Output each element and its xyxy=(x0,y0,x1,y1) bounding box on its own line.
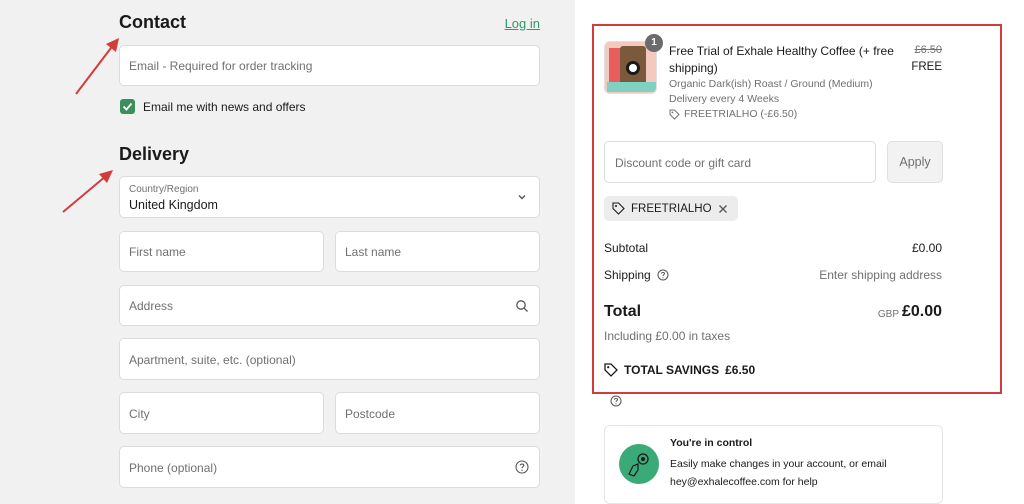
newsletter-checkbox[interactable] xyxy=(120,99,135,114)
first-name-placeholder: First name xyxy=(129,245,186,259)
control-title: You're in control xyxy=(670,437,753,449)
tag-icon xyxy=(669,109,680,120)
control-line1: Easily make changes in your account, or … xyxy=(670,458,887,470)
email-field[interactable]: Email - Required for order tracking xyxy=(119,45,540,86)
login-link[interactable]: Log in xyxy=(505,16,540,31)
newsletter-label: Email me with news and offers xyxy=(143,100,306,114)
discount-placeholder: Discount code or gift card xyxy=(615,156,752,170)
savings-value: £6.50 xyxy=(725,363,756,377)
product-discount-tag: FREETRIALHO (-£6.50) xyxy=(669,108,797,120)
remove-discount-icon[interactable] xyxy=(718,204,728,214)
discount-code-input[interactable]: Discount code or gift card xyxy=(604,141,876,183)
subtotal-value: £0.00 xyxy=(911,241,942,255)
annotation-arrow-contact xyxy=(75,38,119,95)
city-placeholder: City xyxy=(129,407,150,421)
address-field[interactable]: Address xyxy=(119,285,540,326)
apply-button[interactable]: Apply xyxy=(887,141,943,183)
first-name-field[interactable]: First name xyxy=(119,231,324,272)
delivery-heading: Delivery xyxy=(119,144,190,164)
apartment-field[interactable]: Apartment, suite, etc. (optional) xyxy=(119,338,540,380)
address-placeholder: Address xyxy=(129,299,174,313)
product-variant: Organic Dark(ish) Roast / Ground (Medium… xyxy=(669,78,873,90)
shipping-row: Shipping xyxy=(604,268,669,282)
original-price: £6.50 xyxy=(914,44,942,56)
shipping-label: Shipping xyxy=(604,268,651,282)
savings-label: TOTAL SAVINGS xyxy=(624,363,720,377)
applied-discount-chip: FREETRIALHO xyxy=(604,196,738,221)
help-circle-icon[interactable] xyxy=(657,269,669,281)
country-select[interactable]: Country/Region United Kingdom xyxy=(119,176,540,218)
postcode-placeholder: Postcode xyxy=(345,407,396,421)
control-line2: hey@exhalecoffee.com for help xyxy=(670,476,818,488)
phone-field[interactable]: Phone (optional) xyxy=(119,446,540,488)
total-label: Total xyxy=(604,303,642,320)
tag-icon xyxy=(612,202,625,215)
hand-gear-icon xyxy=(619,444,659,484)
total-savings: TOTAL SAVINGS £6.50 xyxy=(604,363,755,377)
country-value: United Kingdom xyxy=(129,198,218,212)
applied-code: FREETRIALHO xyxy=(631,202,712,215)
check-icon xyxy=(122,102,133,111)
chevron-down-icon xyxy=(518,195,526,200)
total-value: £0.00 xyxy=(901,303,942,320)
last-name-placeholder: Last name xyxy=(345,245,402,259)
tag-icon xyxy=(604,363,618,377)
quantity-badge: 1 xyxy=(645,34,663,52)
currency-code: GBP xyxy=(877,309,899,320)
help-circle-icon[interactable] xyxy=(515,460,529,474)
product-frequency: Delivery every 4 Weeks xyxy=(669,93,780,105)
country-label: Country/Region xyxy=(129,184,199,195)
product-discount-text: FREETRIALHO (-£6.50) xyxy=(684,108,798,120)
help-circle-icon[interactable] xyxy=(610,395,622,407)
phone-placeholder: Phone (optional) xyxy=(129,461,218,475)
city-field[interactable]: City xyxy=(119,392,324,434)
annotation-arrow-delivery xyxy=(62,170,113,213)
subtotal-label: Subtotal xyxy=(604,241,649,255)
tax-note: Including £0.00 in taxes xyxy=(604,329,731,343)
shipping-value: Enter shipping address xyxy=(819,268,942,282)
search-icon[interactable] xyxy=(515,299,529,313)
email-placeholder: Email - Required for order tracking xyxy=(129,59,313,73)
apartment-placeholder: Apartment, suite, etc. (optional) xyxy=(129,353,296,367)
in-control-card: You're in control Easily make changes in… xyxy=(604,425,943,504)
postcode-field[interactable]: Postcode xyxy=(335,392,540,434)
last-name-field[interactable]: Last name xyxy=(335,231,540,272)
product-title: Free Trial of Exhale Healthy Coffee (+ f… xyxy=(669,44,894,75)
product-price: FREE xyxy=(911,61,942,73)
